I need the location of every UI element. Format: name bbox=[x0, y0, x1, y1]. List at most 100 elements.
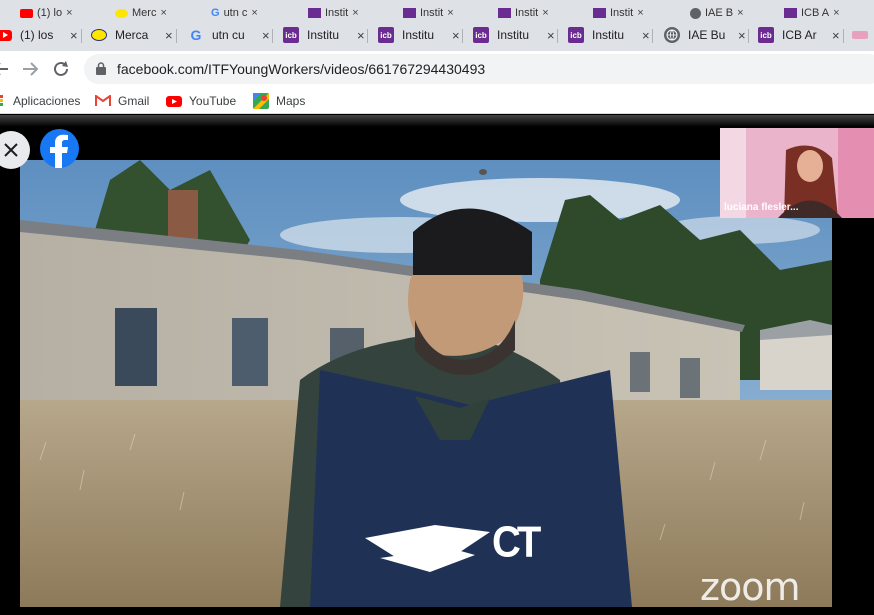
tab[interactable]: icb Institu × bbox=[473, 22, 555, 48]
close-icon[interactable]: × bbox=[737, 7, 743, 19]
tab[interactable]: G utn cu × bbox=[188, 22, 270, 48]
tab-label: Institu bbox=[592, 28, 625, 42]
close-icon[interactable]: × bbox=[738, 28, 746, 43]
tab-divider bbox=[176, 29, 177, 43]
icb-icon bbox=[403, 8, 416, 18]
tab-label: utn cu bbox=[212, 28, 245, 42]
forward-arrow-icon[interactable] bbox=[19, 58, 41, 80]
icb-icon bbox=[784, 8, 797, 18]
vest-logo-text: CT bbox=[492, 517, 541, 567]
close-icon bbox=[4, 143, 18, 157]
youtube-icon bbox=[20, 8, 33, 18]
globe-icon bbox=[690, 7, 701, 19]
video-page: CT luciana flesler... zoom bbox=[0, 115, 874, 615]
close-icon[interactable]: × bbox=[447, 7, 453, 19]
youtube-icon bbox=[0, 29, 12, 41]
bookmark-label: YouTube bbox=[189, 94, 237, 108]
google-icon: G bbox=[211, 7, 220, 19]
ghost-tab[interactable]: Instit × bbox=[498, 4, 549, 19]
close-icon[interactable]: × bbox=[251, 7, 257, 19]
google-icon: G bbox=[190, 27, 202, 43]
ghost-tab[interactable]: ICB A × bbox=[784, 4, 840, 19]
zoom-watermark: zoom bbox=[700, 565, 800, 609]
ghost-tab[interactable]: Merc × bbox=[115, 4, 167, 19]
icb-icon bbox=[498, 8, 511, 18]
tab[interactable]: icb Institu × bbox=[283, 22, 365, 48]
tab-overflow[interactable] bbox=[852, 22, 874, 48]
close-icon[interactable]: × bbox=[352, 7, 358, 19]
close-icon[interactable]: × bbox=[165, 28, 173, 43]
icb-icon bbox=[593, 8, 606, 18]
close-icon[interactable]: × bbox=[547, 28, 555, 43]
tab-label: (1) los bbox=[20, 28, 54, 42]
tab-strip: (1) los × Merca × G utn cu × icb Institu… bbox=[0, 19, 874, 51]
tab-divider bbox=[462, 29, 463, 43]
tab-divider bbox=[367, 29, 368, 43]
tab-label: Institu bbox=[497, 28, 530, 42]
apps-grid-icon bbox=[0, 95, 6, 107]
gmail-icon bbox=[95, 95, 111, 107]
bookmark-gmail[interactable]: Gmail bbox=[95, 92, 149, 110]
bookmark-youtube[interactable]: YouTube bbox=[166, 92, 236, 110]
bookmarks-bar: Aplicaciones Gmail YouTube Maps bbox=[0, 87, 874, 114]
ghost-tab[interactable]: IAE B × bbox=[690, 4, 744, 19]
icb-icon: icb bbox=[568, 27, 584, 43]
tab-divider bbox=[557, 29, 558, 43]
close-icon[interactable]: × bbox=[452, 28, 460, 43]
ghost-tab[interactable]: (1) lo × bbox=[20, 4, 73, 19]
close-icon[interactable]: × bbox=[262, 28, 270, 43]
bookmark-maps[interactable]: Maps bbox=[253, 92, 305, 110]
ghost-tab[interactable]: Instit × bbox=[593, 4, 644, 19]
tab-label: Institu bbox=[307, 28, 340, 42]
tab-divider bbox=[81, 29, 82, 43]
reload-icon[interactable] bbox=[50, 58, 72, 80]
bookmark-label: Maps bbox=[276, 94, 306, 108]
video-frame bbox=[20, 160, 832, 607]
tab-label: IAE Bu bbox=[688, 28, 726, 42]
bookmark-aplicaciones[interactable]: Aplicaciones bbox=[0, 92, 80, 110]
tab-label: ICB Ar bbox=[782, 28, 817, 42]
youtube-icon bbox=[166, 95, 182, 107]
close-icon[interactable]: × bbox=[70, 28, 78, 43]
close-icon[interactable]: × bbox=[832, 28, 840, 43]
icb-icon: icb bbox=[283, 27, 299, 43]
icb-icon: icb bbox=[473, 27, 489, 43]
ghost-tab[interactable]: Instit × bbox=[308, 4, 359, 19]
close-icon[interactable]: × bbox=[833, 7, 839, 19]
close-icon[interactable]: × bbox=[357, 28, 365, 43]
tab-label: Merca bbox=[115, 28, 149, 42]
tab[interactable]: icb Institu × bbox=[378, 22, 460, 48]
tab[interactable]: (1) los × bbox=[0, 22, 78, 48]
video-player[interactable] bbox=[20, 160, 832, 607]
address-bar[interactable]: facebook.com/ITFYoungWorkers/videos/6617… bbox=[84, 54, 874, 84]
close-icon[interactable]: × bbox=[66, 7, 72, 19]
lock-icon[interactable] bbox=[96, 62, 106, 75]
browser-toolbar: facebook.com/ITFYoungWorkers/videos/6617… bbox=[0, 51, 874, 87]
tab[interactable]: icb Institu × bbox=[568, 22, 650, 48]
tab-divider bbox=[272, 29, 273, 43]
bookmark-label: Aplicaciones bbox=[13, 94, 81, 108]
globe-icon bbox=[664, 27, 680, 43]
url-text[interactable]: facebook.com/ITFYoungWorkers/videos/6617… bbox=[117, 61, 485, 77]
ghost-tab[interactable]: Gutn c × bbox=[211, 4, 258, 19]
close-icon[interactable]: × bbox=[642, 28, 650, 43]
tab-divider bbox=[652, 29, 653, 43]
tab[interactable]: IAE Bu × bbox=[664, 22, 746, 48]
tab[interactable]: icb ICB Ar × bbox=[758, 22, 840, 48]
ghost-tab[interactable]: Instit × bbox=[403, 4, 454, 19]
facebook-logo-icon[interactable] bbox=[40, 129, 79, 168]
close-icon[interactable]: × bbox=[542, 7, 548, 19]
icb-icon bbox=[308, 8, 321, 18]
tab-divider bbox=[748, 29, 749, 43]
page-icon bbox=[852, 31, 868, 39]
tab-label: Institu bbox=[402, 28, 435, 42]
tab[interactable]: Merca × bbox=[91, 22, 173, 48]
mercado-icon bbox=[91, 29, 107, 41]
back-arrow-icon[interactable] bbox=[0, 58, 12, 80]
close-icon[interactable]: × bbox=[637, 7, 643, 19]
maps-icon bbox=[253, 93, 269, 109]
participant-thumbnail[interactable]: luciana flesler... bbox=[720, 128, 874, 218]
close-icon[interactable]: × bbox=[160, 7, 166, 19]
icb-icon: icb bbox=[758, 27, 774, 43]
mercado-icon bbox=[115, 8, 128, 18]
